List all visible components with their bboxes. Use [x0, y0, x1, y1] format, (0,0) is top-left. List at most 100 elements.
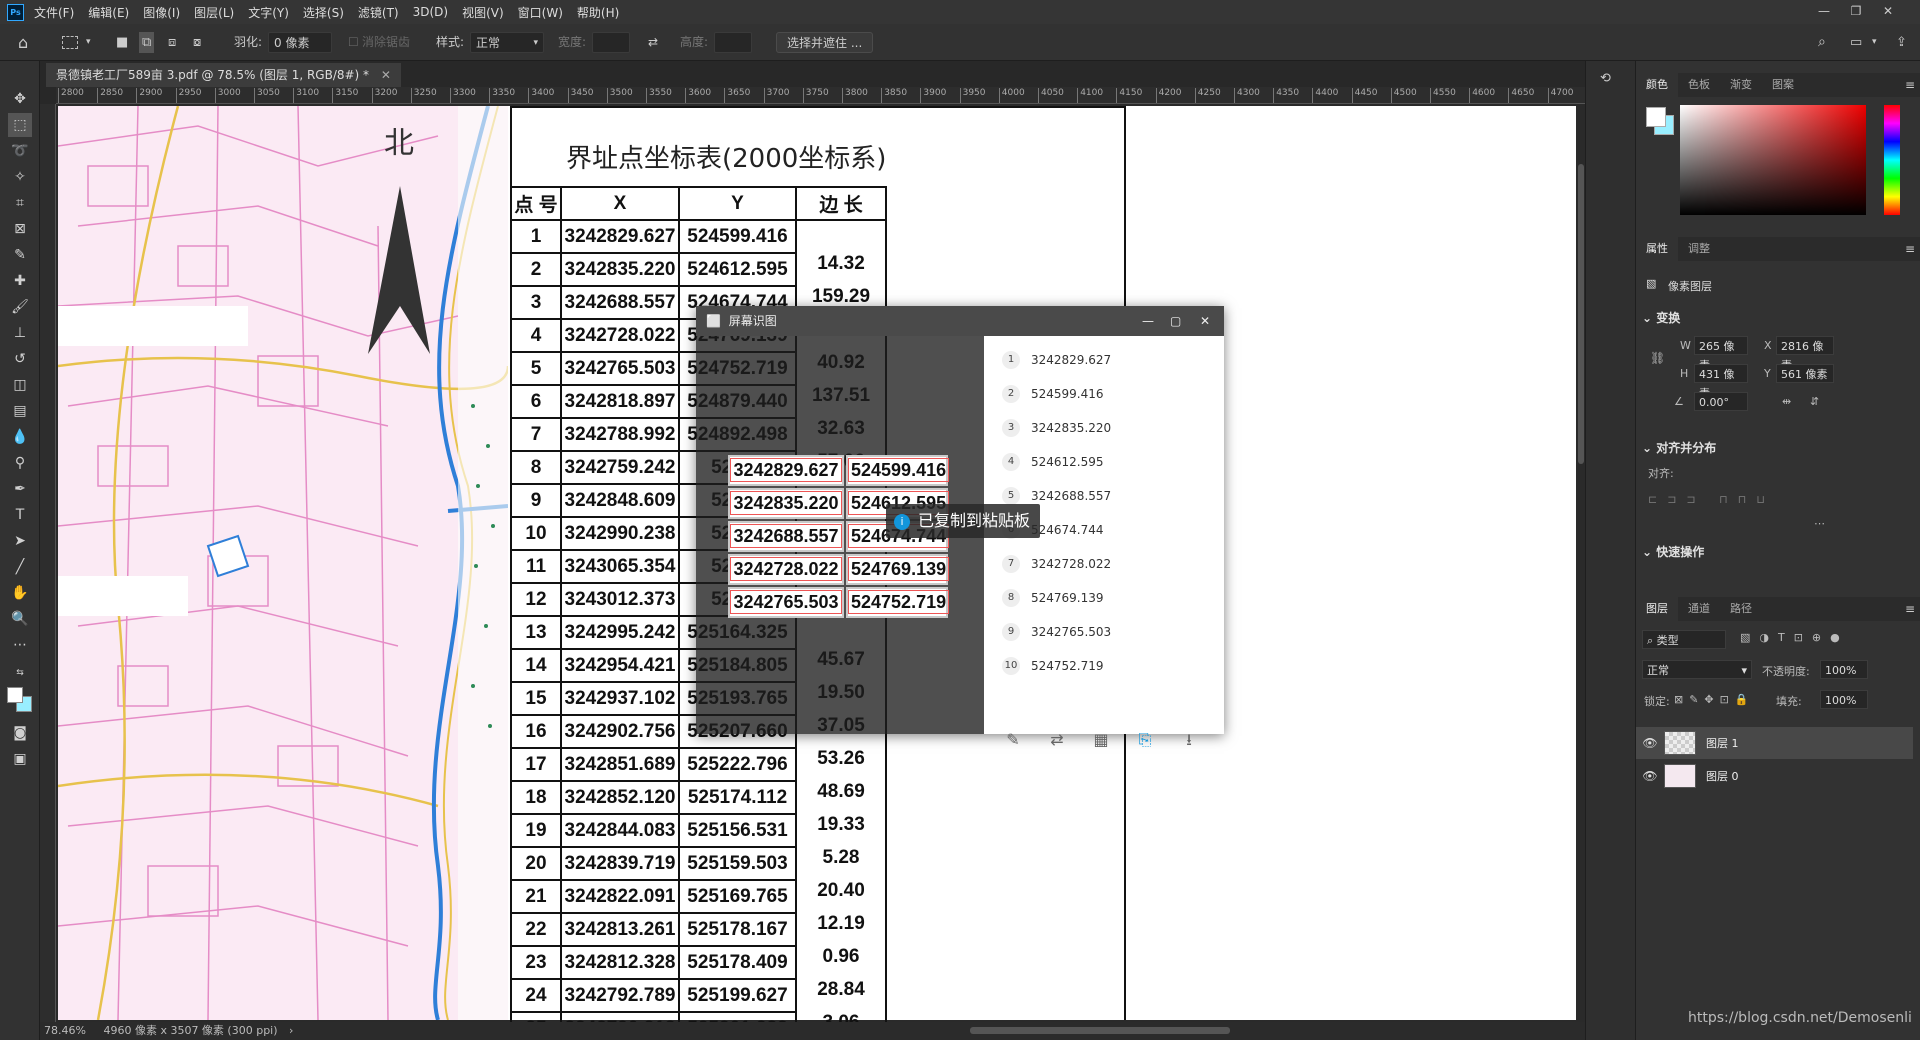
new-selection-icon[interactable]: ■ — [116, 32, 128, 53]
angle-field[interactable]: 0.00° — [1694, 392, 1748, 411]
intersect-selection-icon[interactable]: ⧇ — [193, 32, 201, 53]
path-selection-tool-icon[interactable]: ➤ — [8, 529, 32, 553]
foreground-color-swatch[interactable] — [7, 687, 23, 703]
dialog-title-bar[interactable]: ⬜ 屏幕识图 — ▢ ✕ — [696, 306, 1224, 336]
more-icon[interactable]: ⋯ — [1814, 517, 1825, 530]
tab-swatches[interactable]: 色板 — [1678, 73, 1720, 97]
menu-file[interactable]: 文件(F) — [34, 4, 74, 21]
ocr-result-item[interactable]: 9 3242765.503 — [1002, 622, 1111, 642]
tab-paths[interactable]: 路径 — [1720, 597, 1762, 621]
copy-icon[interactable]: ⎘ — [1134, 729, 1156, 751]
photoshop-logo-icon[interactable]: Ps — [7, 3, 24, 21]
panel-menu-icon[interactable]: ≡ — [1905, 237, 1915, 261]
opacity-field[interactable]: 100% — [1820, 660, 1868, 679]
align-section[interactable]: ⌄ 对齐并分布 — [1642, 439, 1716, 456]
ocr-result-item[interactable]: 5 3242688.557 — [1002, 486, 1111, 506]
translate-icon[interactable]: ⇄ — [1046, 729, 1068, 751]
magic-wand-tool-icon[interactable]: ✧ — [8, 165, 32, 189]
width-field[interactable]: 265 像素 — [1694, 336, 1748, 372]
menu-layer[interactable]: 图层(L) — [194, 4, 234, 21]
restore-icon[interactable]: ❐ — [1840, 0, 1872, 24]
height-input[interactable] — [714, 32, 752, 53]
workspace-icon[interactable]: ▭ — [1850, 32, 1862, 53]
quick-actions-section[interactable]: ⌄ 快速操作 — [1642, 543, 1704, 560]
home-icon[interactable]: ⌂ — [18, 32, 28, 53]
select-and-mask-button[interactable]: 选择并遮住 ... — [776, 32, 874, 53]
hand-tool-icon[interactable]: ✋ — [8, 581, 32, 605]
width-input[interactable] — [592, 32, 630, 53]
ocr-result-item[interactable]: 1 3242829.627 — [1002, 350, 1111, 370]
flip-vertical-icon[interactable]: ⇵ — [1810, 395, 1819, 408]
panel-menu-icon[interactable]: ≡ — [1905, 597, 1915, 621]
layer-row[interactable]: 👁 图层 0 — [1636, 760, 1913, 792]
frame-tool-icon[interactable]: ⊠ — [8, 217, 32, 241]
visibility-eye-icon[interactable]: 👁 — [1636, 736, 1664, 750]
dodge-tool-icon[interactable]: ⚲ — [8, 451, 32, 475]
ocr-result-item[interactable]: 8 524769.139 — [1002, 588, 1104, 608]
marquee-preset-icon[interactable] — [62, 36, 78, 49]
tab-patterns[interactable]: 图案 — [1762, 73, 1804, 97]
tab-gradients[interactable]: 渐变 — [1720, 73, 1762, 97]
add-selection-icon[interactable]: ⧉ — [139, 32, 155, 53]
horizontal-scrollbar-thumb[interactable] — [970, 1027, 1230, 1034]
history-icon[interactable]: ⟲ — [1600, 71, 1611, 86]
screen-mode-icon[interactable]: ▣ — [8, 747, 32, 771]
crop-tool-icon[interactable]: ⌗ — [8, 191, 32, 215]
menu-image[interactable]: 图像(I) — [143, 4, 180, 21]
menu-select[interactable]: 选择(S) — [303, 4, 344, 21]
panel-menu-icon[interactable]: ≡ — [1905, 73, 1915, 97]
chevron-down-icon[interactable]: ▾ — [86, 32, 91, 53]
brush-tool-icon[interactable]: 🖌 — [8, 295, 32, 319]
chevron-right-icon[interactable]: › — [289, 1024, 293, 1037]
maximize-icon[interactable]: ▢ — [1170, 306, 1181, 336]
ocr-result-item[interactable]: 2 524599.416 — [1002, 384, 1104, 404]
visibility-eye-icon[interactable]: 👁 — [1636, 769, 1664, 783]
swap-colors-icon[interactable]: ⇆ — [8, 661, 32, 685]
menu-view[interactable]: 视图(V) — [462, 4, 504, 21]
tab-channels[interactable]: 通道 — [1678, 597, 1720, 621]
minimize-icon[interactable]: — — [1142, 306, 1154, 336]
menu-edit[interactable]: 编辑(E) — [88, 4, 129, 21]
chevron-down-icon[interactable]: ▾ — [1872, 32, 1877, 53]
search-icon[interactable]: ⌕ — [1818, 32, 1826, 53]
style-select[interactable]: 正常 ▾ — [470, 32, 544, 53]
menu-filter[interactable]: 滤镜(T) — [358, 4, 399, 21]
tab-adjustments[interactable]: 调整 — [1678, 237, 1720, 261]
tab-layers[interactable]: 图层 — [1636, 597, 1678, 621]
download-icon[interactable]: ⭳ — [1178, 729, 1200, 751]
more-tools-icon[interactable]: ⋯ — [8, 633, 32, 657]
line-tool-icon[interactable]: ╱ — [8, 555, 32, 579]
healing-brush-tool-icon[interactable]: ✚ — [8, 269, 32, 293]
x-field[interactable]: 2816 像素 — [1776, 336, 1834, 372]
tab-properties[interactable]: 属性 — [1636, 237, 1678, 261]
clone-stamp-tool-icon[interactable]: ⊥ — [8, 321, 32, 345]
blur-tool-icon[interactable]: 💧 — [8, 425, 32, 449]
menu-window[interactable]: 窗口(W) — [518, 4, 563, 21]
gradient-tool-icon[interactable]: ▤ — [8, 399, 32, 423]
ocr-result-item[interactable]: 4 524612.595 — [1002, 452, 1104, 472]
feather-input[interactable]: 0 像素 — [268, 32, 332, 53]
flip-horizontal-icon[interactable]: ⇹ — [1782, 395, 1791, 408]
close-icon[interactable]: ✕ — [1872, 0, 1904, 24]
tab-color[interactable]: 颜色 — [1636, 73, 1678, 97]
type-tool-icon[interactable]: T — [8, 503, 32, 527]
eraser-tool-icon[interactable]: ◫ — [8, 373, 32, 397]
menu-help[interactable]: 帮助(H) — [577, 4, 619, 21]
ocr-result-item[interactable]: 10 524752.719 — [1002, 656, 1104, 676]
menu-type[interactable]: 文字(Y) — [248, 4, 289, 21]
vertical-scrollbar[interactable] — [1577, 104, 1585, 1022]
fill-field[interactable]: 100% — [1820, 690, 1868, 709]
link-icon[interactable]: ⛓ — [1650, 351, 1665, 365]
rect-marquee-tool-icon[interactable]: ⬚ — [8, 113, 32, 137]
foreground-swatch[interactable] — [1646, 107, 1666, 127]
pen-tool-icon[interactable]: ✒ — [8, 477, 32, 501]
y-field[interactable]: 561 像素 — [1776, 364, 1834, 383]
transform-section[interactable]: ⌄ 变换 — [1642, 309, 1680, 326]
menu-3d[interactable]: 3D(D) — [413, 5, 448, 19]
layer-name[interactable]: 图层 0 — [1706, 768, 1739, 784]
edit-icon[interactable]: ✎ — [1002, 729, 1024, 751]
share-icon[interactable]: ⇪ — [1896, 32, 1907, 53]
minimize-icon[interactable]: — — [1808, 0, 1840, 24]
layer-row[interactable]: 👁 图层 1 — [1636, 727, 1913, 759]
swap-icon[interactable]: ⇄ — [648, 32, 658, 53]
